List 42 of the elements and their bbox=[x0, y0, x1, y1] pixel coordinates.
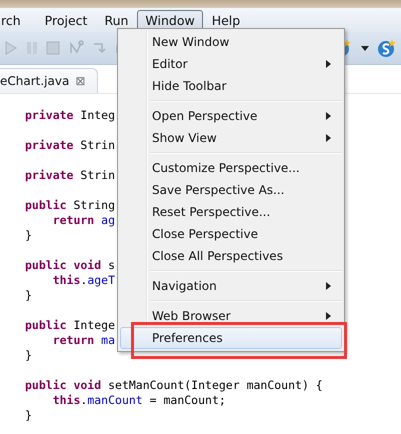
code-line: private Strin bbox=[25, 168, 116, 183]
step-into-icon[interactable] bbox=[92, 41, 108, 55]
menu-item[interactable]: Reset Perspective... bbox=[120, 201, 342, 223]
pause-icon[interactable] bbox=[26, 41, 38, 55]
nodes-icon[interactable] bbox=[68, 40, 84, 56]
caret-icon[interactable] bbox=[361, 46, 369, 50]
code-line: this.ageT bbox=[52, 273, 116, 288]
menu-bar-item[interactable]: Project bbox=[36, 10, 96, 30]
code-line: } bbox=[25, 288, 32, 303]
code-line: public Intege bbox=[25, 318, 116, 333]
code-line: private Strin bbox=[25, 138, 116, 153]
stop-icon[interactable] bbox=[46, 41, 60, 55]
menu-item[interactable]: Show View bbox=[120, 127, 342, 149]
code-line: public void setManCount(Integer manCount) { bbox=[25, 378, 323, 393]
code-line: this.manCount = manCount; bbox=[52, 393, 226, 408]
menu-item[interactable]: Hide Toolbar bbox=[120, 75, 342, 97]
menu-bar-item[interactable]: Window bbox=[137, 10, 203, 30]
code-line: public void s bbox=[25, 258, 116, 273]
menu-bar-item[interactable]: Help bbox=[204, 10, 248, 30]
menu-bar-item[interactable]: rch bbox=[0, 10, 29, 30]
menu-item[interactable]: Save Perspective As... bbox=[120, 179, 342, 201]
code-line: public String bbox=[25, 198, 116, 213]
menu-item[interactable]: Customize Perspective... bbox=[120, 157, 342, 179]
menu-item[interactable]: Close Perspective bbox=[120, 223, 342, 245]
code-line: } bbox=[25, 348, 32, 363]
menu-item[interactable]: Navigation bbox=[120, 275, 342, 297]
menu-item[interactable]: Open Perspective bbox=[120, 105, 342, 127]
editor-tab[interactable]: eChart.java ⊠ bbox=[0, 68, 98, 93]
menu-item[interactable]: Web Browser bbox=[120, 305, 342, 327]
code-line: } bbox=[25, 408, 32, 423]
menu-item[interactable]: New Window bbox=[120, 31, 342, 53]
menu-bar-item[interactable]: Run bbox=[96, 10, 136, 30]
close-icon[interactable]: ⊠ bbox=[75, 74, 86, 88]
menu-item[interactable]: Preferences bbox=[120, 327, 342, 349]
s-badge-icon[interactable] bbox=[377, 38, 397, 58]
code-line: } bbox=[25, 228, 32, 243]
code-line: return ag bbox=[52, 213, 116, 228]
code-line: return ma bbox=[52, 333, 116, 348]
code-line: private Integ bbox=[25, 108, 116, 123]
play-icon[interactable] bbox=[4, 40, 18, 56]
menu-item[interactable]: Close All Perspectives bbox=[120, 245, 342, 267]
menu-item[interactable]: Editor bbox=[120, 53, 342, 75]
